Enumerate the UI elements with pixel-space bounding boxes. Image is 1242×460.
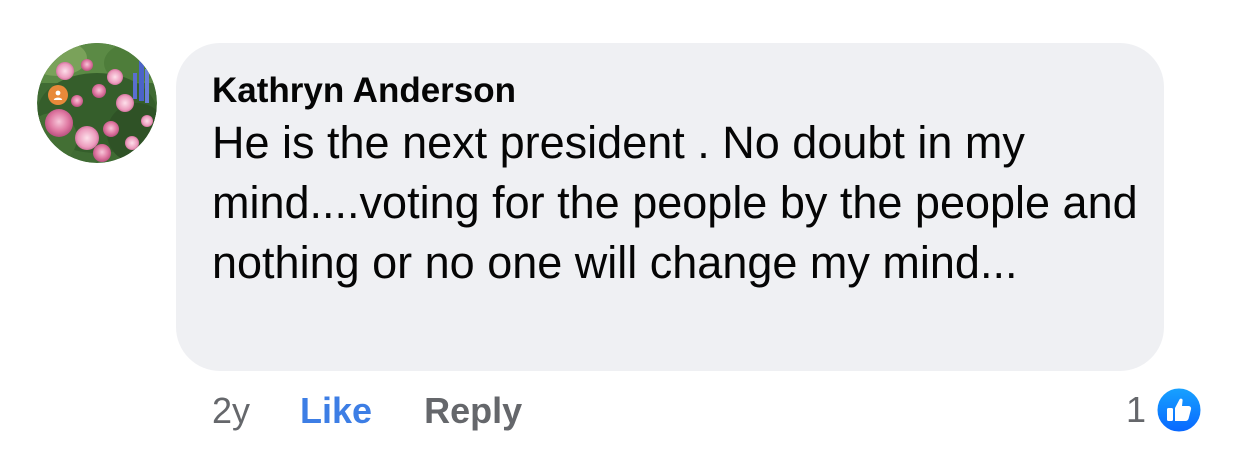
- like-button[interactable]: Like: [300, 390, 372, 432]
- reply-button[interactable]: Reply: [424, 390, 522, 432]
- avatar[interactable]: [37, 43, 157, 163]
- comment-bubble: Kathryn Anderson He is the next presiden…: [176, 43, 1164, 371]
- thumbs-up-icon: [1154, 385, 1204, 435]
- comment-actions: 2y Like Reply: [212, 386, 522, 436]
- comment-text: He is the next president . No doubt in m…: [212, 117, 1138, 288]
- timestamp[interactable]: 2y: [212, 390, 250, 432]
- comment-container: Kathryn Anderson He is the next presiden…: [0, 0, 1242, 460]
- author-name[interactable]: Kathryn Anderson: [212, 71, 1128, 111]
- reactions-summary[interactable]: 1: [1126, 383, 1204, 437]
- person-badge-icon: [48, 85, 68, 105]
- reaction-count: 1: [1125, 389, 1146, 430]
